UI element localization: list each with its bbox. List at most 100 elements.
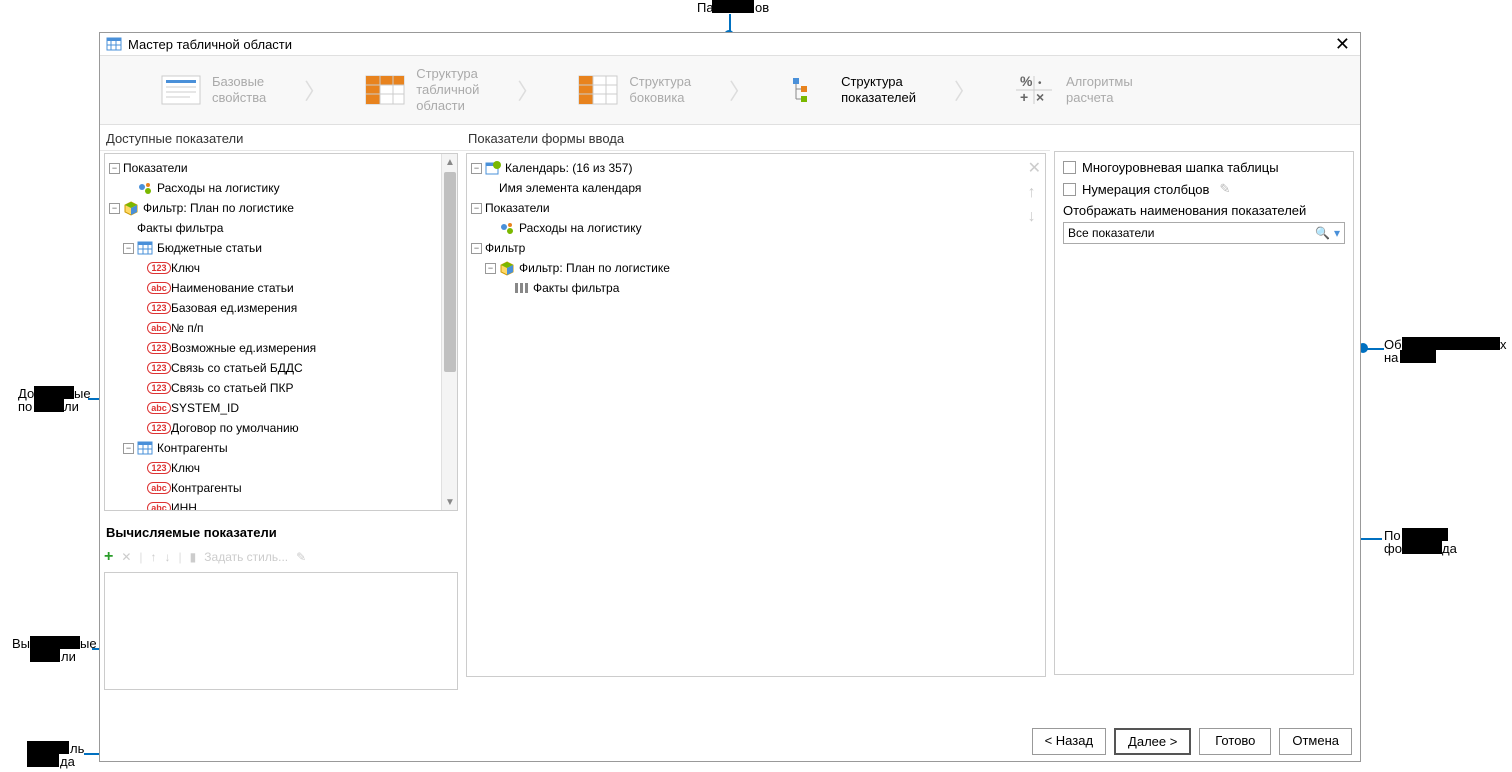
tree-item-label: Договор по умолчанию	[171, 421, 299, 435]
left-column: Доступные показатели −ПоказателиРасходы …	[100, 125, 462, 725]
tree-item-label: Ключ	[171, 261, 200, 275]
next-button[interactable]: Далее >	[1114, 728, 1191, 755]
move-down-button[interactable]: ↓	[1028, 208, 1041, 226]
dialog-title: Мастер табличной области	[128, 37, 1331, 52]
toggle-icon[interactable]: −	[485, 263, 496, 274]
footer-buttons: < Назад Далее > Готово Отмена	[1032, 728, 1352, 755]
tree-item[interactable]: abcНаименование статьи	[105, 278, 457, 298]
tree-item[interactable]: −Контрагенты	[105, 438, 457, 458]
tree-item[interactable]: −Бюджетные статьи	[105, 238, 457, 258]
toggle-icon[interactable]: −	[109, 203, 120, 214]
settings-box: Многоуровневая шапка таблицы Нумерация с…	[1054, 151, 1354, 675]
tree-item[interactable]: Факты фильтра	[467, 278, 1015, 298]
tree-item-label: Фильтр: План по логистике	[519, 261, 670, 275]
toggle-icon[interactable]: −	[123, 243, 134, 254]
column-numbering-checkbox[interactable]: Нумерация столбцов ✎	[1063, 181, 1345, 197]
tree-item[interactable]: −Показатели	[467, 198, 1015, 218]
move-up-button[interactable]: ↑	[1028, 184, 1041, 202]
grid-side-icon	[577, 72, 619, 108]
tree-item[interactable]: − Фильтр: План по логистике	[467, 258, 1015, 278]
redaction	[30, 649, 60, 662]
tree-item-label: Имя элемента календаря	[499, 181, 641, 195]
cancel-button[interactable]: Отмена	[1279, 728, 1352, 755]
chevron-right-icon: 〉	[733, 75, 747, 105]
lines-icon	[160, 72, 202, 108]
tree-item[interactable]: abcИНН	[105, 498, 457, 511]
scrollbar[interactable]: ▲ ▼	[441, 154, 457, 510]
tree-item[interactable]: Расходы на логистику	[467, 218, 1015, 238]
callout-label: да	[1442, 541, 1457, 556]
tree-item[interactable]: 123Связь со статьей БДДС	[105, 358, 457, 378]
step-algorithms[interactable]: %•+× Алгоритмырасчета	[1014, 72, 1133, 108]
display-names-label: Отображать наименования показателей	[1063, 203, 1345, 218]
tree-item[interactable]: Факты фильтра	[105, 218, 457, 238]
finish-button[interactable]: Готово	[1199, 728, 1271, 755]
toggle-icon[interactable]: −	[109, 163, 120, 174]
tree-item[interactable]: −Фильтр	[467, 238, 1015, 258]
toggle-icon[interactable]: −	[471, 243, 482, 254]
step-indicators[interactable]: Структурапоказателей	[789, 72, 916, 108]
search-icon[interactable]: 🔍	[1315, 226, 1330, 240]
step-basic[interactable]: Базовыесвойства	[160, 72, 266, 108]
tree-item[interactable]: −Показатели	[105, 158, 457, 178]
grid-orange-icon	[364, 72, 406, 108]
tree-item[interactable]: Имя элемента календаря	[467, 178, 1015, 198]
tree-item[interactable]: 123Ключ	[105, 458, 457, 478]
tree-item[interactable]: 123Ключ	[105, 258, 457, 278]
tree-item[interactable]: 123Связь со статьей ПКР	[105, 378, 457, 398]
add-button[interactable]: +	[104, 548, 113, 566]
checkbox-icon[interactable]	[1063, 161, 1076, 174]
rows-icon	[513, 280, 529, 296]
pencil-icon[interactable]: ✎	[1219, 181, 1230, 197]
tree-item[interactable]: 123Базовая ед.измерения	[105, 298, 457, 318]
svg-text:•: •	[1038, 78, 1042, 89]
tree-item-label: Связь со статьей БДДС	[171, 361, 303, 375]
move-down-button[interactable]: ↓	[165, 550, 171, 564]
abc-icon: abc	[151, 480, 167, 496]
delete-button[interactable]: ✕	[121, 550, 131, 564]
edit-icon[interactable]: ✎	[296, 550, 306, 564]
close-button[interactable]: ✕	[1331, 34, 1354, 55]
display-names-dropdown[interactable]: Все показатели 🔍▾	[1063, 222, 1345, 244]
redaction	[27, 754, 59, 767]
available-header: Доступные показатели	[100, 125, 462, 151]
grid-icon	[137, 440, 153, 456]
tree-item-label: Связь со статьей ПКР	[171, 381, 293, 395]
move-up-button[interactable]: ↑	[151, 550, 157, 564]
tree-item[interactable]: 123Договор по умолчанию	[105, 418, 457, 438]
chevron-right-icon: 〉	[958, 75, 972, 105]
toggle-icon[interactable]: −	[471, 163, 482, 174]
checkbox-icon[interactable]	[1063, 183, 1076, 196]
tree-item-label: Базовая ед.измерения	[171, 301, 297, 315]
scroll-down-icon[interactable]: ▼	[442, 494, 458, 510]
tree-item-label: Факты фильтра	[137, 221, 223, 235]
multilevel-header-checkbox[interactable]: Многоуровневая шапка таблицы	[1063, 160, 1345, 175]
scroll-thumb[interactable]	[444, 172, 456, 372]
available-tree[interactable]: −ПоказателиРасходы на логистику−Фильтр: …	[104, 153, 458, 511]
toggle-icon[interactable]: −	[123, 443, 134, 454]
callout-label: да	[60, 754, 75, 769]
svg-text:+: +	[1020, 89, 1028, 105]
form-indicators-tree[interactable]: −Календарь: (16 из 357) Имя элемента кале…	[466, 153, 1046, 677]
tree-item[interactable]: abc№ п/п	[105, 318, 457, 338]
remove-button[interactable]: ✕	[1028, 158, 1041, 178]
tree-item[interactable]: abc Контрагенты	[105, 478, 457, 498]
style-icon[interactable]: ▮	[190, 550, 197, 564]
step-table-structure[interactable]: Структуратабличнойобласти	[364, 66, 479, 115]
tree-item[interactable]: −Календарь: (16 из 357)	[467, 158, 1015, 178]
back-button[interactable]: < Назад	[1032, 728, 1106, 755]
scroll-up-icon[interactable]: ▲	[442, 154, 458, 170]
tree-item[interactable]: Расходы на логистику	[105, 178, 457, 198]
step-side-structure[interactable]: Структурабоковика	[577, 72, 691, 108]
toggle-icon[interactable]: −	[471, 203, 482, 214]
style-button[interactable]: Задать стиль...	[204, 550, 288, 564]
tree-item-label: Контрагенты	[171, 481, 242, 495]
chevron-right-icon: 〉	[521, 75, 535, 105]
tree-item[interactable]: 123Возможные ед.измерения	[105, 338, 457, 358]
tree-item[interactable]: abcSYSTEM_ID	[105, 398, 457, 418]
tree-item[interactable]: −Фильтр: План по логистике	[105, 198, 457, 218]
calculated-list[interactable]	[104, 572, 458, 690]
redaction	[27, 741, 69, 754]
chevron-down-icon[interactable]: ▾	[1334, 226, 1340, 240]
cube-icon	[123, 200, 139, 216]
